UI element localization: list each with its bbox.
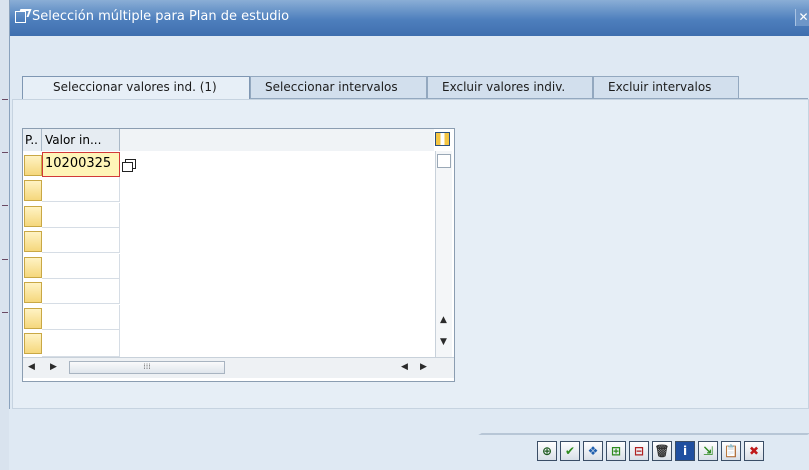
tab-select-ranges[interactable]: Seleccionar intervalos	[250, 76, 427, 98]
column-header-value[interactable]: Valor in...	[42, 129, 120, 151]
column-header-position[interactable]: P..	[23, 129, 42, 151]
trash-icon[interactable]: 🗑	[652, 441, 672, 461]
value-cell[interactable]	[42, 228, 120, 253]
close-button[interactable]: ✕	[795, 9, 809, 26]
scroll-up-icon[interactable]: ▲	[440, 315, 447, 325]
value-cell[interactable]	[42, 203, 120, 228]
scroll-right-icon[interactable]: ▶	[50, 362, 57, 372]
delete-line-icon[interactable]: ⊟	[629, 441, 649, 461]
vertical-scrollbar[interactable]: ▲ ▼	[435, 151, 452, 357]
row-selector[interactable]	[24, 155, 42, 176]
horizontal-scroll-thumb[interactable]: ⁞⁞⁞	[69, 361, 225, 374]
clock-icon[interactable]: ⊕	[537, 441, 557, 461]
value-cell[interactable]	[42, 254, 120, 279]
value-cell[interactable]	[42, 305, 120, 330]
value-cell[interactable]	[42, 279, 120, 304]
value-cell[interactable]: 10200325	[42, 152, 120, 177]
title-bar: Selección múltiple para Plan de estudio …	[10, 0, 809, 36]
values-table: P.. Valor in... 10200325 ▲ ▼ ◀ ▶ ⁞⁞⁞ ◀ ▶	[22, 128, 455, 382]
paste-clipboard-icon[interactable]: 📋	[721, 441, 741, 461]
checkmark-icon[interactable]: ✔	[560, 441, 580, 461]
multiple-selection-copy-icon[interactable]	[122, 159, 136, 172]
cancel-icon[interactable]: ✖	[744, 441, 764, 461]
horizontal-scrollbar[interactable]: ◀ ▶ ⁞⁞⁞ ◀ ▶	[23, 357, 454, 378]
row-selector[interactable]	[24, 180, 42, 201]
value-cell[interactable]	[42, 177, 120, 202]
info-icon[interactable]: i	[675, 441, 695, 461]
row-selector[interactable]	[24, 282, 42, 303]
insert-line-icon[interactable]: ⊞	[606, 441, 626, 461]
scroll-down-icon[interactable]: ▼	[440, 337, 447, 347]
import-icon[interactable]: ⇲	[698, 441, 718, 461]
row-selector[interactable]	[24, 333, 42, 354]
row-selector[interactable]	[24, 257, 42, 278]
table-settings-icon[interactable]	[435, 132, 450, 146]
dialog-icon	[15, 11, 26, 23]
tab-exclude-single-values[interactable]: Excluir valores indiv.	[427, 76, 593, 98]
tab-exclude-ranges[interactable]: Excluir intervalos	[593, 76, 739, 98]
multiple-selection-icon[interactable]: ❖	[583, 441, 603, 461]
dialog-title: Selección múltiple para Plan de estudio	[32, 9, 290, 24]
scroll-left-icon[interactable]: ◀	[401, 362, 408, 372]
row-selector[interactable]	[24, 308, 42, 329]
footer-divider	[478, 433, 809, 435]
scroll-right-icon[interactable]: ▶	[420, 362, 427, 372]
row-selector[interactable]	[24, 206, 42, 227]
tab-select-single-values[interactable]: Seleccionar valores ind. (1)	[22, 76, 250, 99]
scroll-left-icon[interactable]: ◀	[28, 362, 35, 372]
vertical-scroll-thumb[interactable]	[437, 154, 451, 168]
column-header-empty	[120, 129, 434, 151]
row-selector[interactable]	[24, 231, 42, 252]
value-cell[interactable]	[42, 330, 120, 357]
